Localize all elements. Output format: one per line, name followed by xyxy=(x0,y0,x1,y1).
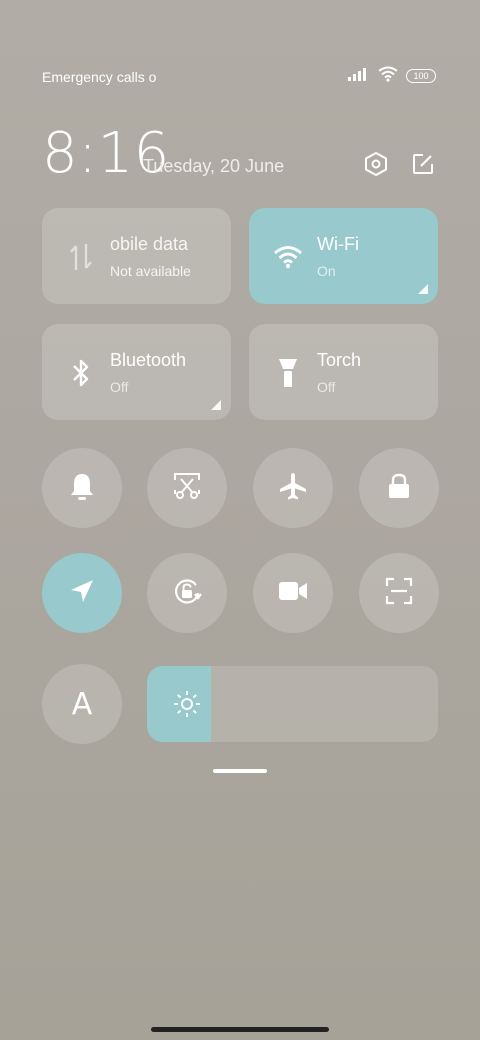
tile-subtitle: Off xyxy=(317,379,336,395)
rotation-lock-icon xyxy=(171,575,203,612)
tile-title: obile data xyxy=(110,234,189,254)
toggle-font-size[interactable]: A xyxy=(42,664,122,744)
toggle-location[interactable] xyxy=(42,553,122,633)
video-camera-icon xyxy=(278,580,308,607)
status-carrier-text: Emergency calls o xyxy=(42,69,157,85)
screenshot-icon xyxy=(173,472,201,505)
wifi-icon xyxy=(273,242,303,272)
clock-date: Tuesday, 20 June xyxy=(143,156,285,176)
expand-corner-icon[interactable] xyxy=(211,400,221,410)
toggle-airplane[interactable] xyxy=(253,448,333,528)
home-indicator[interactable] xyxy=(151,1027,329,1032)
panel-drag-handle[interactable] xyxy=(213,769,267,773)
tile-subtitle: Off xyxy=(110,379,129,395)
expand-corner-icon[interactable] xyxy=(418,284,428,294)
toggle-screen-record[interactable] xyxy=(253,553,333,633)
tile-subtitle: On xyxy=(317,263,336,279)
lock-icon xyxy=(386,472,412,505)
toggle-lock[interactable] xyxy=(359,448,439,528)
toggle-screenshot[interactable] xyxy=(147,448,227,528)
font-size-icon: A xyxy=(71,686,93,722)
brightness-slider[interactable] xyxy=(147,666,438,742)
wifi-icon xyxy=(378,66,398,87)
mobile-data-icon xyxy=(66,242,96,272)
status-icons: 100 xyxy=(348,66,436,86)
tile-title: Torch xyxy=(317,350,362,370)
airplane-icon xyxy=(278,471,308,506)
tile-torch[interactable]: Torch Off xyxy=(249,324,438,420)
tile-title: Bluetooth xyxy=(110,350,187,370)
tile-wifi[interactable]: Wi-Fi On xyxy=(249,208,438,304)
torch-icon xyxy=(273,358,303,388)
location-icon xyxy=(68,577,96,610)
edit-icon[interactable] xyxy=(409,150,437,178)
bluetooth-icon xyxy=(66,358,96,388)
toggle-sound[interactable] xyxy=(42,448,122,528)
tile-title: Wi-Fi xyxy=(317,234,359,254)
toggle-rotation-lock[interactable] xyxy=(147,553,227,633)
scan-icon xyxy=(385,577,413,610)
settings-icon[interactable] xyxy=(362,150,390,178)
tile-subtitle: Not available xyxy=(110,263,191,279)
signal-icon xyxy=(348,67,370,86)
bell-icon xyxy=(68,471,96,506)
sun-icon xyxy=(173,690,201,718)
tile-bluetooth[interactable]: Bluetooth Off xyxy=(42,324,231,420)
tile-mobile-data[interactable]: obile data Not available xyxy=(42,208,231,304)
battery-icon: 100 xyxy=(406,69,436,83)
toggle-scanner[interactable] xyxy=(359,553,439,633)
